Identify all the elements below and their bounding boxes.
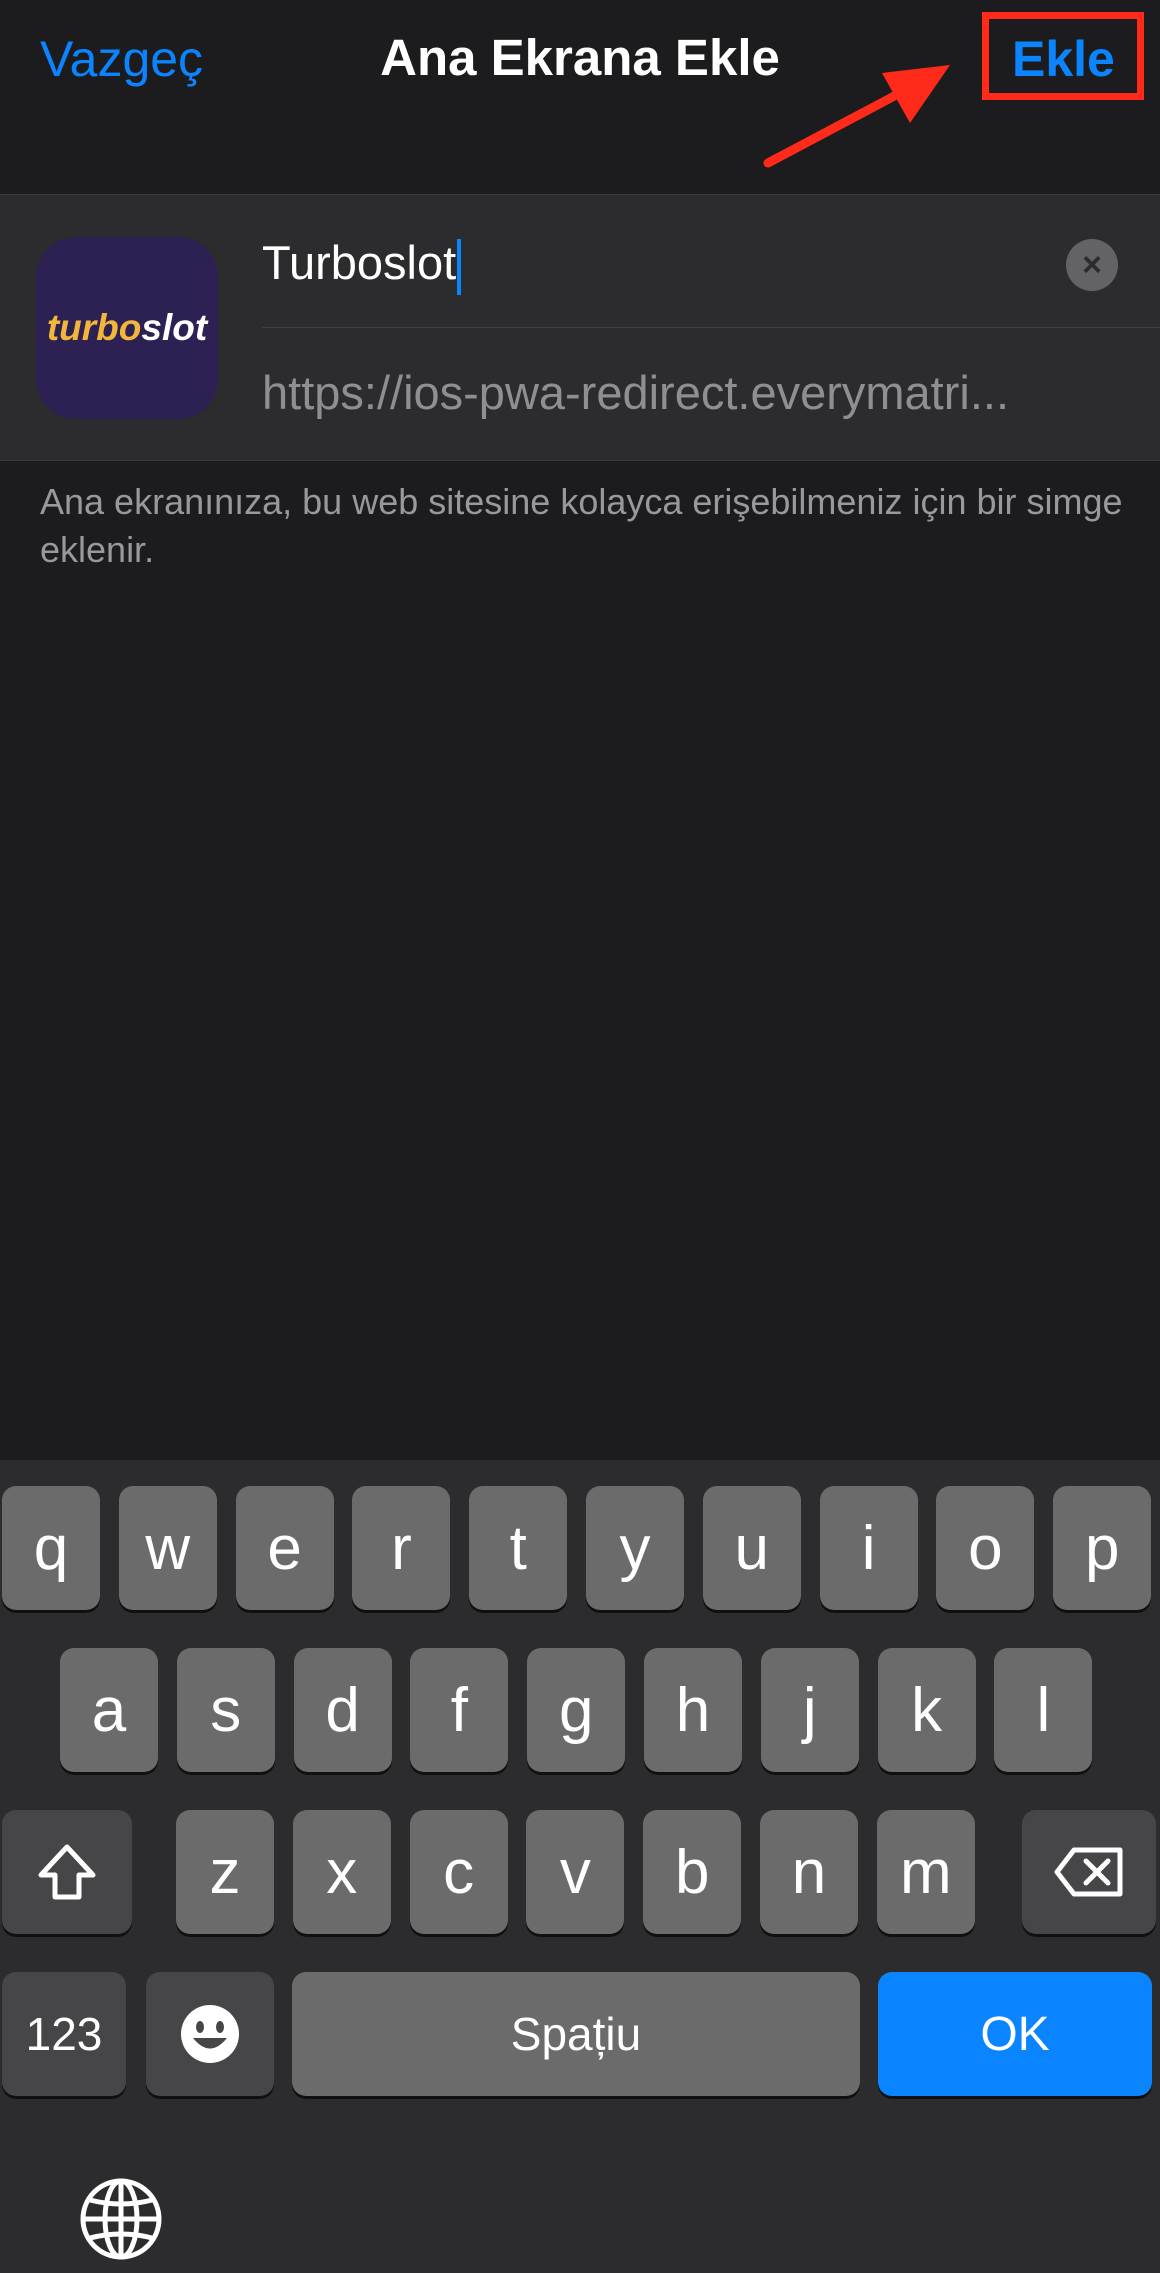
key-p[interactable]: p bbox=[1053, 1486, 1152, 1610]
globe-icon[interactable] bbox=[76, 2174, 166, 2264]
key-o[interactable]: o bbox=[936, 1486, 1035, 1610]
key-t[interactable]: t bbox=[469, 1486, 568, 1610]
key-n[interactable]: n bbox=[760, 1810, 858, 1934]
ok-key[interactable]: OK bbox=[878, 1972, 1152, 2096]
clear-icon: × bbox=[1082, 246, 1102, 284]
key-b[interactable]: b bbox=[643, 1810, 742, 1934]
backspace-icon bbox=[1054, 1847, 1123, 1897]
annotation-arrow-icon bbox=[763, 65, 950, 168]
key-a[interactable]: a bbox=[60, 1648, 158, 1772]
space-key[interactable]: Spațiu bbox=[292, 1972, 860, 2096]
app-icon: turbo slot bbox=[36, 237, 218, 419]
key-r[interactable]: r bbox=[352, 1486, 451, 1610]
key-l[interactable]: l bbox=[994, 1648, 1093, 1772]
field-divider bbox=[262, 327, 1160, 328]
key-q[interactable]: q bbox=[2, 1486, 100, 1610]
shift-key[interactable] bbox=[2, 1810, 132, 1934]
navigation-bar: Vazgeç Ana Ekrana Ekle Ekle bbox=[0, 0, 1160, 194]
key-v[interactable]: v bbox=[526, 1810, 625, 1934]
add-to-home-card: turbo slot Turboslot × https://ios-pwa-re… bbox=[0, 194, 1160, 461]
key-k[interactable]: k bbox=[877, 1648, 976, 1772]
key-c[interactable]: c bbox=[409, 1810, 508, 1934]
numbers-key[interactable]: 123 bbox=[2, 1972, 126, 2096]
key-h[interactable]: h bbox=[644, 1648, 742, 1772]
text-cursor bbox=[457, 238, 462, 295]
key-s[interactable]: s bbox=[176, 1648, 275, 1772]
app-name-input[interactable]: Turboslot bbox=[262, 235, 462, 295]
emoji-icon bbox=[181, 2005, 239, 2063]
key-j[interactable]: j bbox=[760, 1648, 859, 1772]
key-w[interactable]: w bbox=[118, 1486, 217, 1610]
key-z[interactable]: z bbox=[176, 1810, 274, 1934]
key-e[interactable]: e bbox=[235, 1486, 334, 1610]
key-y[interactable]: y bbox=[586, 1486, 684, 1610]
description-text: Ana ekranınıza, bu web sitesine kolayca … bbox=[40, 481, 1123, 570]
key-x[interactable]: x bbox=[292, 1810, 391, 1934]
key-u[interactable]: u bbox=[702, 1486, 801, 1610]
url-field: https://ios-pwa-redirect.everymatri... bbox=[262, 366, 1009, 419]
key-g[interactable]: g bbox=[527, 1648, 626, 1772]
clear-text-button[interactable]: × bbox=[1066, 239, 1118, 291]
annotation-highlight-box bbox=[982, 12, 1144, 100]
emoji-key[interactable] bbox=[146, 1972, 274, 2096]
key-i[interactable]: i bbox=[819, 1486, 918, 1610]
key-f[interactable]: f bbox=[410, 1648, 509, 1772]
app-name-value: Turboslot bbox=[262, 236, 457, 289]
shift-icon bbox=[38, 1844, 96, 1900]
key-d[interactable]: d bbox=[293, 1648, 392, 1772]
backspace-key[interactable] bbox=[1022, 1810, 1156, 1934]
key-m[interactable]: m bbox=[876, 1810, 975, 1934]
